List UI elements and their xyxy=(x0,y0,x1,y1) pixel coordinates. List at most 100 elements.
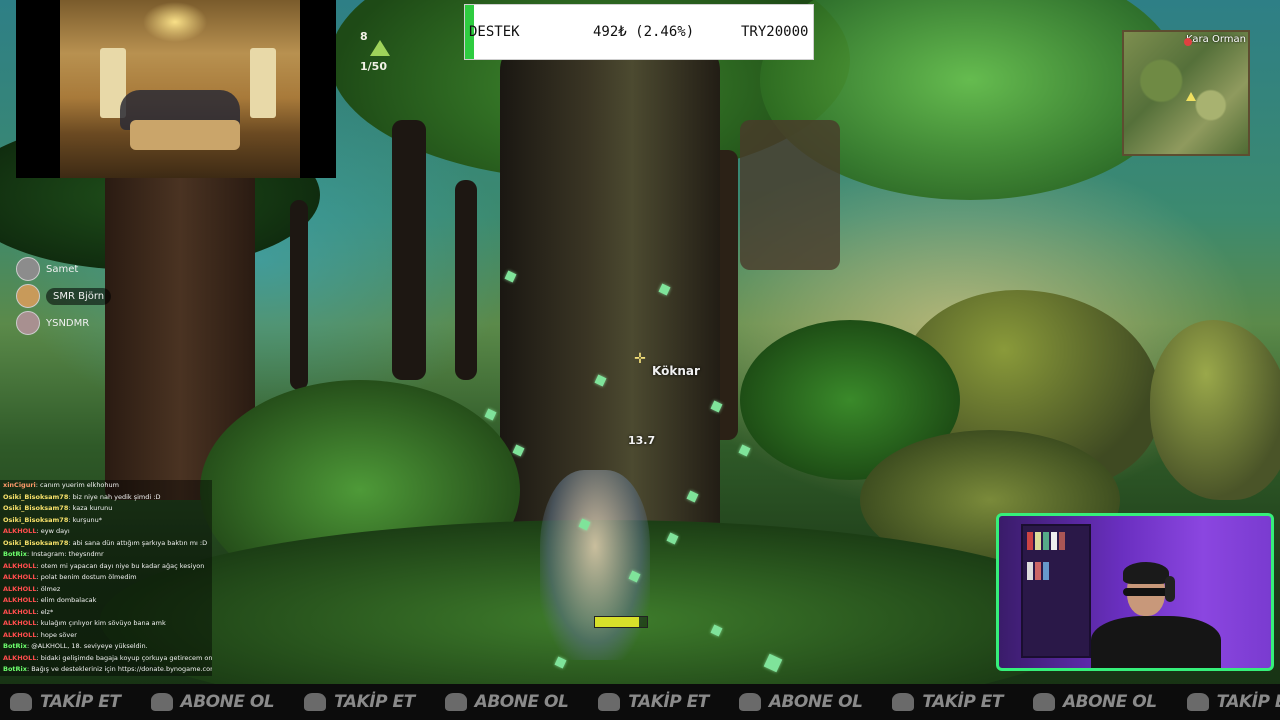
chat-username: Osiki_Bisoksam78 xyxy=(3,515,69,524)
book xyxy=(1051,532,1057,550)
voice-user: YSNDMR xyxy=(16,311,90,335)
level-indicator: 8 1/50 xyxy=(356,28,404,78)
stamina-fill xyxy=(595,617,640,627)
chat-text: : Bağış ve destekleriniz için https://do… xyxy=(26,665,212,673)
avatar xyxy=(16,284,40,308)
level-triangle-icon xyxy=(370,40,390,56)
chat-text: : Instagram: theysndmr xyxy=(26,550,104,558)
minimap[interactable]: Kara Orman xyxy=(1122,30,1250,156)
voice-user-name: Samet xyxy=(46,263,79,275)
chat-username: ALKHOLL xyxy=(3,573,37,581)
book xyxy=(1027,532,1033,550)
ticker-label: ABONE OL xyxy=(180,692,275,712)
chat-text: : polat benim dostum ölmedim xyxy=(36,573,137,581)
streamer-body xyxy=(1091,616,1221,668)
sunglasses-icon xyxy=(1123,588,1169,596)
palace-room-video xyxy=(60,0,300,178)
player-marker-icon xyxy=(1186,92,1196,101)
donation-goal: TRY20000 xyxy=(741,24,809,40)
mascot-icon xyxy=(444,693,467,711)
chat-message: BotRix: @ALKHOLL, 18. seviyeye yükseldin… xyxy=(0,641,212,653)
chat-text: : bidaki gelişimde bagaja koyup çorkuya … xyxy=(36,653,212,662)
mascot-icon xyxy=(150,693,173,711)
streamer-webcam xyxy=(996,513,1274,671)
voice-user: Samet xyxy=(16,257,79,281)
avatar xyxy=(16,311,40,335)
chat-text: : eyw dayı xyxy=(36,527,70,535)
chat-text: : abi sana dün attığım şarkıya baktın mı… xyxy=(68,538,208,547)
chat-username: xinCiguri xyxy=(3,481,36,489)
ticker-item: TAKİP ET xyxy=(598,692,709,712)
chat-message: Osiki_Bisoksam78: kaza kurunu xyxy=(0,503,212,515)
bookshelf xyxy=(1021,524,1091,658)
cabin-wall xyxy=(740,120,840,270)
video-overlay xyxy=(16,0,336,178)
voice-user-name: SMR Björn xyxy=(46,287,112,305)
book xyxy=(1027,562,1033,580)
ticker-label: ABONE OL xyxy=(1062,692,1157,712)
chat-message: ALKHOLL: eyw dayı xyxy=(0,526,212,538)
chat-text: : elim dombalacak xyxy=(36,596,97,604)
ticker-item: ABONE OL xyxy=(444,692,569,712)
chat-message: ALKHOLL: polat benim dostum ölmedim xyxy=(0,572,212,584)
ticker-label: TAKİP ET xyxy=(334,692,415,712)
chat-username: BotRix xyxy=(3,550,27,558)
chat-message: ALKHOLL: hope söver xyxy=(0,630,212,642)
ticker-item: ABONE OL xyxy=(1032,692,1157,712)
chat-username: ALKHOLL xyxy=(3,653,37,662)
chat-message: BotRix: Bağış ve destekleriniz için http… xyxy=(0,664,212,676)
chat-username: Osiki_Bisoksam78 xyxy=(3,504,69,512)
chat-message: xinCiguri: canım yuerim elkhohum xyxy=(0,480,212,492)
ticker-label: TAKİP ET xyxy=(40,692,121,712)
chat-message: ALKHOLL: bidaki gelişimde bagaja koyup ç… xyxy=(0,653,212,665)
voice-user-name: YSNDMR xyxy=(46,317,90,329)
tree-trunk xyxy=(392,120,426,380)
ticker-item: TAKİP ET xyxy=(304,692,415,712)
mascot-icon xyxy=(10,693,32,711)
ticker-item: TAKİP ET xyxy=(892,692,1003,712)
wood-chip-particle xyxy=(738,444,751,457)
minimap-location: Kara Orman xyxy=(1186,34,1246,45)
chat-text: : elz* xyxy=(36,607,54,616)
wood-chip-particle xyxy=(484,408,497,421)
headset-icon xyxy=(1165,576,1175,602)
book xyxy=(1059,532,1065,550)
follow-subscribe-ticker: TAKİP ET ABONE OL TAKİP ET ABONE OL TAKİP ET… xyxy=(0,684,1280,720)
mossy-rock xyxy=(1150,320,1280,500)
book xyxy=(1035,562,1041,580)
tree-trunk xyxy=(455,180,477,380)
ticker-label: TAKİP ET xyxy=(628,692,709,712)
map-pin-icon xyxy=(1184,38,1192,46)
chat-text: : @ALKHOLL, 18. seviyeye yükseldin. xyxy=(26,642,148,650)
chat-username: BotRix xyxy=(3,642,27,650)
chat-username: Osiki_Bisoksam78 xyxy=(3,492,69,501)
ticker-label: TAKİP ET xyxy=(1216,692,1280,712)
ticker-item: TAKİP ET xyxy=(1186,692,1280,712)
ticker-item: ABONE OL xyxy=(738,692,863,712)
mascot-icon xyxy=(1032,693,1055,711)
book xyxy=(1043,532,1049,550)
chat-message: ALKHOLL: elz* xyxy=(0,607,212,619)
stamina-bar xyxy=(594,616,648,628)
chat-text: : otem mi yapacan dayı niye bu kadar ağa… xyxy=(36,561,205,570)
chat-username: ALKHOLL xyxy=(3,561,37,570)
avatar xyxy=(16,257,40,281)
streamer-hair xyxy=(1123,562,1169,584)
mascot-icon xyxy=(304,693,327,711)
chat-message: Osiki_Bisoksam78: biz niye nah yedik şim… xyxy=(0,492,212,504)
chat-text: : canım yuerim elkhohum xyxy=(35,481,119,489)
chat-message: ALKHOLL: kulağım çınlıyor kim sövüyo ban… xyxy=(0,618,212,630)
mascot-icon xyxy=(892,693,915,711)
book xyxy=(1035,532,1041,550)
table xyxy=(130,120,240,150)
item-counter: 1/50 xyxy=(360,60,387,73)
player-character xyxy=(540,470,650,660)
ticker-item: ABONE OL xyxy=(150,692,275,712)
mascot-icon xyxy=(738,693,761,711)
chat-text: : kulağım çınlıyor kim sövüyo bana amk xyxy=(36,619,166,627)
chat-message: Osiki_Bisoksam78: abi sana dün attığım ş… xyxy=(0,538,212,550)
chat-username: ALKHOLL xyxy=(3,630,37,639)
chat-message: ALKHOLL: otem mi yapacan dayı niye bu ka… xyxy=(0,561,212,573)
chat-text: : biz niye nah yedik şimdi :D xyxy=(68,492,161,501)
ticker-label: TAKİP ET xyxy=(922,692,1003,712)
